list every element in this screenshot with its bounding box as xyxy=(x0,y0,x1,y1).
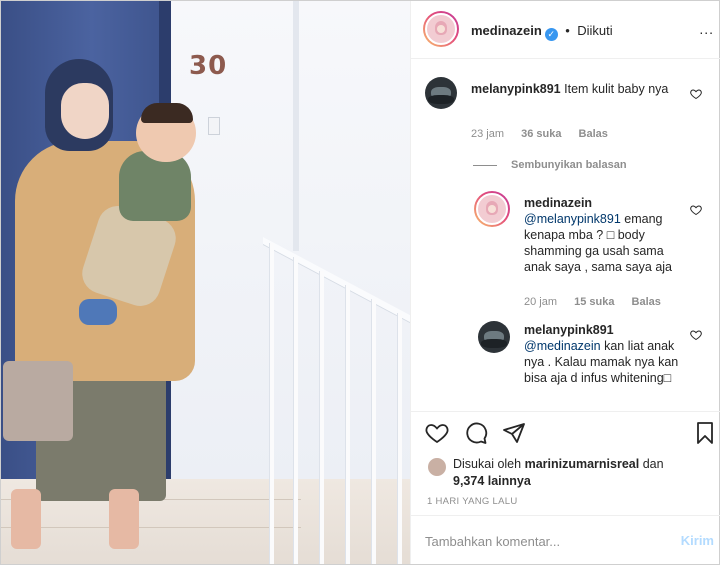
reply-item: medinazein @melanypink891 emang kenapa m… xyxy=(411,186,720,316)
verified-badge-icon: ✓ xyxy=(544,28,558,41)
post-side-panel: medinazein ✓ • Diikuti ... melanypink891 … xyxy=(410,1,720,564)
reply-username[interactable]: medinazein xyxy=(524,196,592,210)
comment-body: Item kulit baby nya xyxy=(564,82,669,96)
woman-face xyxy=(61,83,109,139)
reply-text: melanypink891 @medinazein kan liat anak … xyxy=(524,322,684,386)
comment-text: melanypink891 Item kulit baby nya xyxy=(471,81,686,97)
reply-mention[interactable]: @medinazein xyxy=(524,339,601,353)
replier-avatar[interactable] xyxy=(474,191,510,227)
shoe-right xyxy=(109,489,139,549)
wall-switch xyxy=(208,117,220,135)
baby-shirt xyxy=(119,151,191,221)
reply-mention[interactable]: @melanypink891 xyxy=(524,212,621,226)
reply-username[interactable]: melanypink891 xyxy=(524,323,614,337)
post-time-ago[interactable]: 1 HARI YANG LALU xyxy=(427,496,518,507)
likes-count[interactable]: 9,374 lainnya xyxy=(453,474,531,488)
comment-username[interactable]: melanypink891 xyxy=(471,82,561,96)
more-options-icon[interactable]: ... xyxy=(699,21,714,37)
reply-reply-button[interactable]: Balas xyxy=(632,296,661,308)
liked-by-prefix: Disukai oleh xyxy=(453,457,522,471)
add-comment-bar: Kirim xyxy=(411,515,720,564)
post-header: medinazein ✓ • Diikuti ... xyxy=(411,1,720,59)
author-avatar[interactable] xyxy=(423,11,459,47)
replier-avatar[interactable] xyxy=(478,321,510,353)
reply-time[interactable]: 20 jam xyxy=(524,296,557,308)
comment-time[interactable]: 23 jam xyxy=(471,128,504,140)
comment-like-icon[interactable] xyxy=(690,88,702,100)
comment-meta: 23 jam 36 suka Balas xyxy=(471,128,622,140)
liked-by-avatar[interactable] xyxy=(427,457,447,477)
handbag xyxy=(3,361,73,441)
follow-separator: • xyxy=(565,23,570,38)
hide-replies-button[interactable]: Sembunyikan balasan xyxy=(511,159,627,171)
house-number: 30 xyxy=(189,51,228,81)
reply-item: melanypink891 @medinazein kan liat anak … xyxy=(411,317,720,411)
post-comment-button[interactable]: Kirim xyxy=(681,533,714,548)
liked-by-user[interactable]: marinizumarnisreal xyxy=(525,457,640,471)
commenter-avatar[interactable] xyxy=(425,77,457,109)
reply-like-icon[interactable] xyxy=(690,204,702,216)
photo-railing xyxy=(263,237,410,564)
post-photo[interactable]: 30 xyxy=(1,1,410,564)
reply-button[interactable]: Balas xyxy=(579,128,608,140)
heart-icon[interactable] xyxy=(425,421,449,445)
paper-plane-icon[interactable] xyxy=(502,421,526,445)
shoe-left xyxy=(11,489,41,549)
comment-likes[interactable]: 36 suka xyxy=(521,128,561,140)
reply-meta: 20 jam 15 suka Balas xyxy=(524,296,675,308)
baby-shoe xyxy=(79,299,117,325)
baby-hair xyxy=(141,103,193,123)
liked-by-text: Disukai oleh marinizumarnisreal dan 9,37… xyxy=(453,456,664,490)
photo-pillar xyxy=(293,1,299,251)
reply-likes[interactable]: 15 suka xyxy=(574,296,614,308)
author-username[interactable]: medinazein xyxy=(471,23,542,38)
reply-like-icon[interactable] xyxy=(690,329,702,341)
bookmark-icon[interactable] xyxy=(693,421,717,445)
replies-divider xyxy=(473,165,497,166)
comment-bubble-icon[interactable] xyxy=(464,421,488,445)
reply-text: medinazein @melanypink891 emang kenapa m… xyxy=(524,195,684,275)
comment-input[interactable] xyxy=(425,532,645,550)
liked-by-joiner: dan xyxy=(642,457,664,471)
follow-status[interactable]: Diikuti xyxy=(577,23,612,38)
